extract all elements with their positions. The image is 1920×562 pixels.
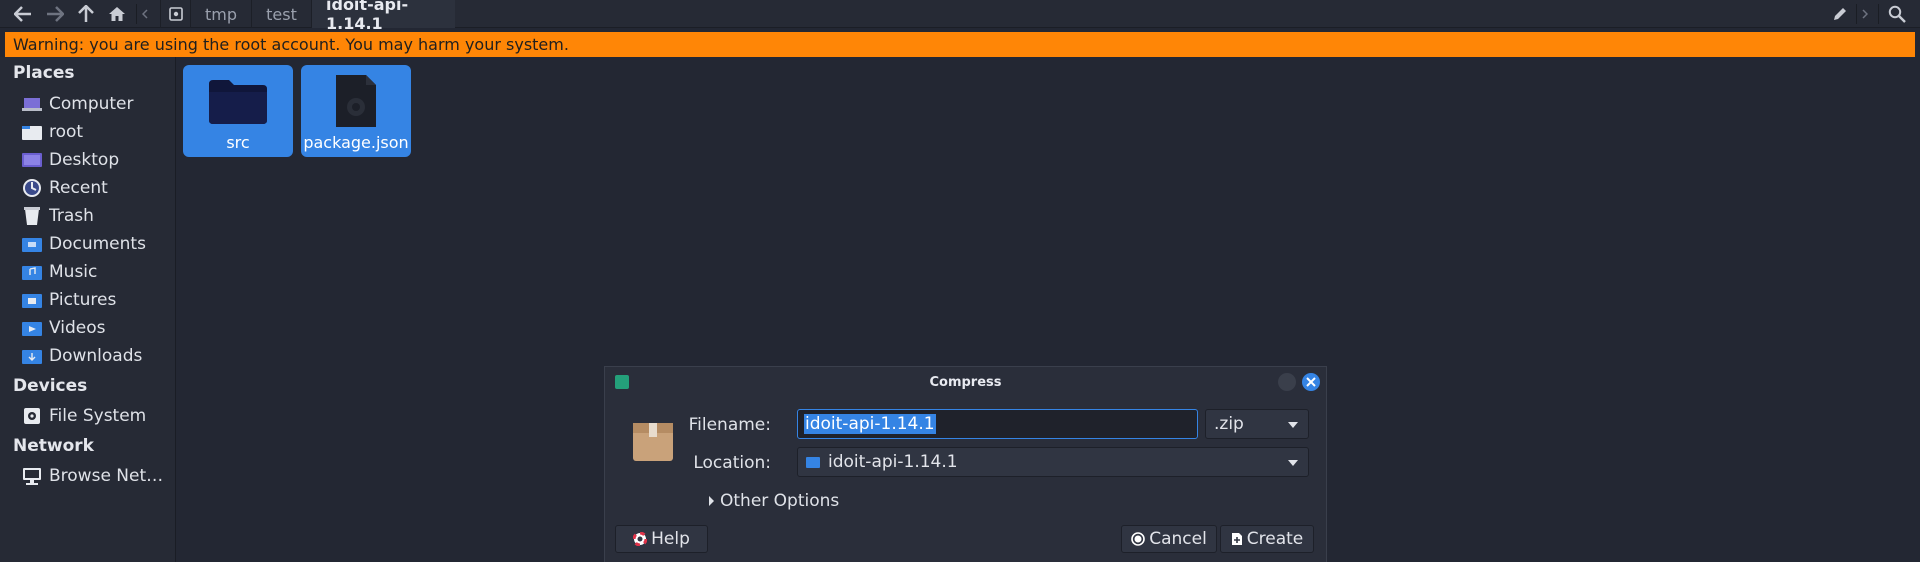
new-file-icon: [1231, 532, 1243, 546]
sidebar-item-music[interactable]: Music: [21, 259, 171, 285]
root-warning-banner: Warning: you are using the root account.…: [5, 32, 1915, 57]
folder-icon: [806, 456, 820, 468]
chevron-down-icon: [1288, 422, 1298, 428]
documents-folder-icon: [21, 234, 43, 254]
close-icon: [1306, 377, 1316, 387]
downloads-folder-icon: [21, 346, 43, 366]
music-folder-icon: [21, 262, 43, 282]
sidebar-item-downloads[interactable]: Downloads: [21, 343, 171, 369]
folder-icon: [209, 71, 267, 131]
desktop-icon: [21, 150, 43, 170]
network-icon: [21, 466, 43, 486]
drive-icon[interactable]: [160, 0, 190, 28]
sidebar-item-computer[interactable]: Computer: [21, 91, 171, 117]
cancel-icon: [1131, 532, 1146, 546]
location-select[interactable]: idoit-api-1.14.1: [797, 447, 1309, 477]
compress-dialog: Compress Filename: idoit-api-1.14.1 .zip…: [604, 366, 1327, 562]
sidebar-item-recent[interactable]: Recent: [21, 175, 171, 201]
home-icon[interactable]: [104, 0, 130, 28]
pictures-folder-icon: [21, 290, 43, 310]
file-name: package.json: [303, 133, 409, 152]
sidebar-item-documents[interactable]: Documents: [21, 231, 171, 257]
filename-label: Filename:: [688, 415, 771, 435]
location-value: idoit-api-1.14.1: [828, 452, 958, 472]
file-name: src: [226, 133, 250, 152]
scroll-left-icon[interactable]: [138, 0, 152, 28]
network-header: Network: [13, 436, 94, 456]
devices-header: Devices: [13, 376, 88, 396]
path-segment-tmp[interactable]: tmp: [190, 0, 251, 28]
forward-icon[interactable]: [42, 0, 68, 28]
scroll-right-icon[interactable]: [1858, 0, 1872, 28]
edit-path-icon[interactable]: [1827, 0, 1853, 28]
path-segment-test[interactable]: test: [251, 0, 311, 28]
sidebar-item-desktop[interactable]: Desktop: [21, 147, 171, 173]
location-label: Location:: [693, 453, 771, 473]
help-button[interactable]: Help: [615, 525, 708, 553]
trash-icon: [21, 206, 43, 226]
file-manager-window: tmp test idoit-api-1.14.1 Warning: you a…: [0, 0, 1920, 562]
sidebar-item-browse-network[interactable]: Browse Net…: [21, 463, 171, 489]
cancel-button[interactable]: Cancel: [1121, 525, 1217, 553]
search-icon[interactable]: [1882, 0, 1912, 28]
sidebar-item-root[interactable]: root: [21, 119, 171, 145]
file-item-package-json[interactable]: package.json: [301, 65, 411, 157]
filename-input[interactable]: idoit-api-1.14.1: [797, 409, 1198, 439]
recent-icon: [21, 178, 43, 198]
extension-value: .zip: [1214, 414, 1244, 434]
dialog-title: Compress: [929, 374, 1002, 390]
create-button[interactable]: Create: [1220, 525, 1314, 553]
chevron-down-icon: [1288, 460, 1298, 466]
extension-select[interactable]: .zip: [1205, 409, 1309, 439]
sidebar-item-videos[interactable]: Videos: [21, 315, 171, 341]
computer-icon: [21, 94, 43, 114]
back-icon[interactable]: [10, 0, 36, 28]
help-icon: [633, 532, 648, 546]
path-segment-current[interactable]: idoit-api-1.14.1: [311, 0, 455, 33]
videos-folder-icon: [21, 318, 43, 338]
up-icon[interactable]: [74, 0, 98, 28]
sidebar-item-file-system[interactable]: File System: [21, 403, 171, 429]
expander-arrow-icon: [709, 496, 714, 506]
other-options-expander[interactable]: Other Options: [709, 491, 839, 511]
json-file-icon: [334, 71, 378, 131]
drive-icon: [21, 406, 43, 426]
home-folder-icon: [21, 122, 43, 142]
file-item-src[interactable]: src: [183, 65, 293, 157]
package-icon: [631, 419, 675, 463]
sidebar-item-pictures[interactable]: Pictures: [21, 287, 171, 313]
filename-value: idoit-api-1.14.1: [804, 414, 936, 434]
places-header: Places: [13, 63, 75, 83]
minimize-button[interactable]: [1278, 373, 1296, 391]
sidebar: Places Computer root Desktop Recent Tras…: [0, 57, 176, 562]
close-button[interactable]: [1302, 373, 1320, 391]
sidebar-item-trash[interactable]: Trash: [21, 203, 171, 229]
toolbar: tmp test idoit-api-1.14.1: [0, 0, 1920, 33]
